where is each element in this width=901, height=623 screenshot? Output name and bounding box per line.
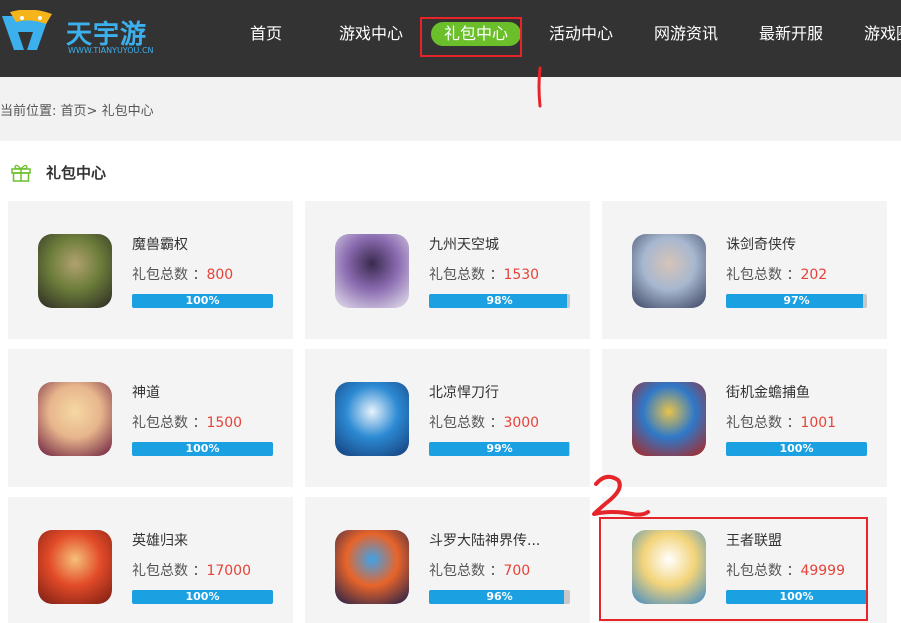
shark-game-icon[interactable] xyxy=(632,382,706,456)
progress-label: 100% xyxy=(779,442,814,455)
game-name[interactable]: 神道 xyxy=(132,382,160,402)
game-name[interactable]: 街机金蟾捕鱼 xyxy=(726,382,810,402)
gift-count-label: 礼包总数 ： xyxy=(132,415,207,431)
progress-label: 97% xyxy=(783,294,810,307)
progress-label: 100% xyxy=(185,442,220,455)
game-card[interactable]: 街机金蟾捕鱼礼包总数 ：1001 100% xyxy=(602,349,887,487)
progress-bar: 99% xyxy=(429,442,570,456)
gift-icon xyxy=(11,164,31,182)
progress-label: 100% xyxy=(185,294,220,307)
game-card[interactable]: 诛剑奇侠传礼包总数 ：202 97% xyxy=(602,201,887,339)
orc-game-icon[interactable] xyxy=(38,234,112,308)
gift-count-value: 3000 xyxy=(503,415,540,431)
game-name[interactable]: 诛剑奇侠传 xyxy=(726,234,796,254)
annotation-number-1 xyxy=(537,66,542,108)
game-card[interactable]: 九州天空城礼包总数 ：1530 98% xyxy=(305,201,590,339)
gift-count-line: 礼包总数 ：1001 xyxy=(726,412,836,432)
gift-count-value: 17000 xyxy=(206,563,251,579)
progress-bar: 100% xyxy=(132,294,273,308)
progress-bar: 100% xyxy=(132,590,273,604)
gift-count-line: 礼包总数 ：800 xyxy=(132,264,233,284)
progress-label: 96% xyxy=(486,590,513,603)
progress-bar: 98% xyxy=(429,294,570,308)
game-name[interactable]: 魔兽霸权 xyxy=(132,234,188,254)
gift-count-label: 礼包总数 ： xyxy=(429,563,504,579)
progress-label: 98% xyxy=(486,294,513,307)
game-name[interactable]: 北凉悍刀行 xyxy=(429,382,499,402)
goddess-game-icon[interactable] xyxy=(38,382,112,456)
progress-bar: 100% xyxy=(132,442,273,456)
breadcrumb: 当前位置: 首页> 礼包中心 xyxy=(0,100,154,119)
section-title: 礼包中心 xyxy=(46,164,107,182)
gift-count-label: 礼包总数 ： xyxy=(132,563,207,579)
gift-count-value: 700 xyxy=(503,563,531,579)
progress-label: 100% xyxy=(185,590,220,603)
game-card[interactable]: 魔兽霸权礼包总数 ：800 100% xyxy=(8,201,293,339)
gift-count-line: 礼包总数 ：3000 xyxy=(429,412,539,432)
gift-count-value: 202 xyxy=(800,267,828,283)
gift-count-value: 1530 xyxy=(503,267,540,283)
gift-count-line: 礼包总数 ：17000 xyxy=(132,560,251,580)
gift-count-value: 800 xyxy=(206,267,234,283)
gift-count-line: 礼包总数 ：1530 xyxy=(429,264,539,284)
game-name[interactable]: 九州天空城 xyxy=(429,234,499,254)
game-card[interactable]: 神道礼包总数 ：1500 100% xyxy=(8,349,293,487)
game-name[interactable]: 英雄归来 xyxy=(132,530,188,550)
nav-new-servers[interactable]: 最新开服 xyxy=(759,22,823,46)
nav-game-circle[interactable]: 游戏圈 xyxy=(864,22,901,46)
nav-game-center[interactable]: 游戏中心 xyxy=(339,22,403,46)
gift-count-label: 礼包总数 ： xyxy=(726,267,801,283)
douluo-game-icon[interactable] xyxy=(335,530,409,604)
progress-label: 99% xyxy=(486,442,513,455)
nav-events[interactable]: 活动中心 xyxy=(549,22,613,46)
breadcrumb-separator: > xyxy=(86,104,102,119)
gift-count-label: 礼包总数 ： xyxy=(429,415,504,431)
blade-game-icon[interactable] xyxy=(335,382,409,456)
game-card[interactable]: 英雄归来礼包总数 ：17000 100% xyxy=(8,497,293,623)
breadcrumb-current: 礼包中心 xyxy=(101,104,154,119)
gift-count-label: 礼包总数 ： xyxy=(132,267,207,283)
progress-bar: 97% xyxy=(726,294,867,308)
progress-bar: 100% xyxy=(726,442,867,456)
nav-home[interactable]: 首页 xyxy=(250,22,282,46)
gift-count-label: 礼包总数 ： xyxy=(726,415,801,431)
gift-count-label: 礼包总数 ： xyxy=(429,267,504,283)
gift-count-value: 1500 xyxy=(206,415,243,431)
game-name[interactable]: 斗罗大陆神界传... xyxy=(429,530,540,550)
breadcrumb-home-link[interactable]: 首页 xyxy=(61,104,87,119)
sky-city-game-icon[interactable] xyxy=(335,234,409,308)
game-card[interactable]: 北凉悍刀行礼包总数 ：3000 99% xyxy=(305,349,590,487)
annotation-box-2 xyxy=(599,517,868,621)
annotation-box-1 xyxy=(420,17,522,57)
gift-count-line: 礼包总数 ：202 xyxy=(726,264,827,284)
fire-heroine-game-icon[interactable] xyxy=(38,530,112,604)
nav-news[interactable]: 网游资讯 xyxy=(654,22,718,46)
gift-count-line: 礼包总数 ：700 xyxy=(429,560,530,580)
swordswoman-game-icon[interactable] xyxy=(632,234,706,308)
progress-bar: 96% xyxy=(429,590,570,604)
gift-count-line: 礼包总数 ：1500 xyxy=(132,412,242,432)
gift-count-value: 1001 xyxy=(800,415,837,431)
breadcrumb-prefix: 当前位置: xyxy=(0,104,61,119)
game-card[interactable]: 斗罗大陆神界传... 礼包总数 ：700 96% xyxy=(305,497,590,623)
